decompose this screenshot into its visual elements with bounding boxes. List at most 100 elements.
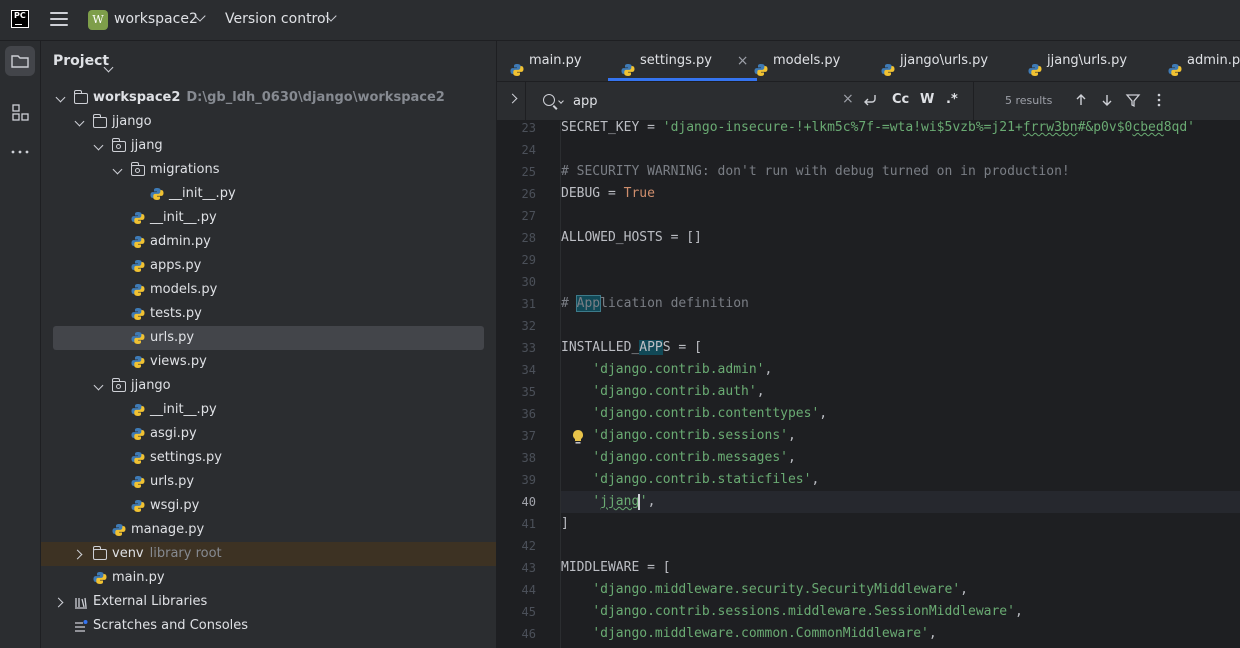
more-tools-button[interactable]: [5, 137, 35, 167]
code-token: True: [623, 186, 655, 201]
code-line[interactable]: 'django.contrib.contenttypes',: [561, 403, 827, 425]
code-token: ': [592, 494, 601, 509]
tree-item[interactable]: views.py: [41, 350, 496, 374]
tree-item[interactable]: migrations: [41, 158, 496, 182]
match-case-toggle[interactable]: Cc: [892, 92, 909, 107]
chevron-down-icon[interactable]: [92, 374, 106, 398]
code-line[interactable]: 'django.contrib.staticfiles',: [561, 469, 819, 491]
workspace-badge[interactable]: W: [88, 10, 108, 30]
code-token: 'django.contrib.staticfiles': [592, 472, 812, 487]
tree-item[interactable]: urls.py: [41, 470, 496, 494]
code-line[interactable]: 'django.contrib.messages',: [561, 447, 796, 469]
tab-models-py[interactable]: models.py: [754, 41, 871, 81]
code-line[interactable]: 'django.contrib.sessions.middleware.Sess…: [561, 601, 1023, 623]
structure-tool-button[interactable]: [5, 97, 35, 127]
tab-admin-py[interactable]: admin.py: [1168, 41, 1240, 81]
tree-item-label: main.py: [112, 570, 165, 585]
tree-item[interactable]: venv library root: [41, 542, 496, 566]
arrow-down-icon[interactable]: [1099, 92, 1115, 108]
chevron-right-icon[interactable]: [72, 542, 87, 566]
tree-item[interactable]: Scratches and Consoles: [41, 614, 496, 638]
tree-item[interactable]: __init__.py: [41, 206, 496, 230]
code-line[interactable]: 'django.contrib.auth',: [561, 381, 764, 403]
version-control-chevron-down-icon[interactable]: [325, 10, 337, 23]
tree-item[interactable]: main.py: [41, 566, 496, 590]
python-file-icon: [93, 572, 107, 584]
python-file-icon: [150, 188, 164, 200]
code-line[interactable]: SECRET_KEY = 'django-insecure-!+lkm5c%7f…: [561, 121, 1195, 139]
tree-item[interactable]: tests.py: [41, 302, 496, 326]
line-number: 24: [521, 143, 536, 157]
tree-item[interactable]: wsgi.py: [41, 494, 496, 518]
python-file-icon: [881, 64, 895, 76]
code-line[interactable]: MIDDLEWARE = [: [561, 557, 671, 579]
new-line-icon[interactable]: [863, 92, 879, 108]
code-line[interactable]: ALLOWED_HOSTS = []: [561, 227, 702, 249]
code-line[interactable]: 'django.middleware.common.CommonMiddlewa…: [561, 623, 936, 645]
tree-item[interactable]: jjang: [41, 134, 496, 158]
tree-item[interactable]: models.py: [41, 278, 496, 302]
tab-settings-py[interactable]: settings.py ×: [608, 41, 757, 81]
code-line[interactable]: 'django.contrib.admin',: [561, 359, 772, 381]
code-line[interactable]: ]: [561, 513, 569, 535]
tree-item[interactable]: admin.py: [41, 230, 496, 254]
tree-item[interactable]: External Libraries: [41, 590, 496, 614]
line-number: 32: [521, 319, 536, 333]
tab-jjango-urls-py[interactable]: jjango\urls.py: [881, 41, 1018, 81]
tree-item[interactable]: workspace2 D:\gb_ldh_0630\django\workspac…: [41, 86, 496, 110]
more-options-icon[interactable]: [1151, 92, 1167, 108]
code-line[interactable]: 'jjang',: [561, 491, 655, 513]
project-panel-title[interactable]: Project: [53, 53, 109, 69]
tree-item[interactable]: jjango: [41, 374, 496, 398]
expand-replace-icon[interactable]: [507, 93, 518, 104]
close-icon[interactable]: ×: [737, 41, 749, 81]
chevron-down-icon[interactable]: [54, 86, 68, 110]
line-number: 43: [521, 561, 536, 575]
tree-item[interactable]: manage.py: [41, 518, 496, 542]
version-control-menu[interactable]: Version control: [225, 11, 329, 27]
code-line[interactable]: DEBUG = True: [561, 183, 655, 205]
project-tool-button[interactable]: [5, 46, 35, 76]
search-history-chevron-icon[interactable]: [558, 98, 564, 104]
tab-main-py[interactable]: main.py: [510, 41, 611, 81]
pycharm-logo[interactable]: PC: [11, 10, 29, 28]
tree-item[interactable]: asgi.py: [41, 422, 496, 446]
code-token: S = [: [662, 340, 702, 355]
chevron-right-icon[interactable]: [53, 590, 68, 614]
code-line[interactable]: 'django.middleware.security.SecurityMidd…: [561, 579, 968, 601]
tree-item[interactable]: __init__.py: [41, 398, 496, 422]
tree-item[interactable]: apps.py: [41, 254, 496, 278]
tree-item[interactable]: settings.py: [41, 446, 496, 470]
tab-label: admin.py: [1187, 53, 1240, 68]
arrow-up-icon[interactable]: [1073, 92, 1089, 108]
line-number-gutter[interactable]: 23 24 25 26 27 28 29 30 31 32 33 34 35 36 37 38 39 40 41 42…: [497, 121, 561, 648]
tree-item[interactable]: __init__.py: [41, 182, 496, 206]
clear-search-icon[interactable]: ×: [842, 91, 854, 107]
chevron-down-icon[interactable]: [92, 134, 106, 158]
search-icon[interactable]: [543, 94, 555, 106]
chevron-down-icon[interactable]: [73, 110, 87, 134]
project-view-chevron-down-icon[interactable]: [103, 56, 114, 75]
chevron-down-icon[interactable]: [111, 158, 125, 182]
code-line[interactable]: # Application definition: [561, 293, 749, 315]
tree-item[interactable]: urls.py: [41, 326, 496, 350]
code-line[interactable]: 'django.contrib.sessions',: [561, 425, 796, 447]
filter-icon[interactable]: [1125, 92, 1141, 108]
workspace-chevron-down-icon[interactable]: [194, 10, 206, 23]
code-line[interactable]: INSTALLED_APPS = [: [561, 337, 702, 359]
python-file-icon: [131, 452, 145, 464]
line-number: 41: [521, 517, 536, 531]
code-token: ,: [1014, 604, 1023, 619]
code-line[interactable]: # SECURITY WARNING: don't run with debug…: [561, 161, 1070, 183]
lightbulb-icon[interactable]: [571, 429, 585, 445]
whole-words-toggle[interactable]: W: [920, 92, 934, 107]
code-editor[interactable]: SECRET_KEY = 'django-insecure-!+lkm5c%7f…: [561, 121, 1240, 648]
main-menu-icon[interactable]: [50, 12, 68, 28]
search-input[interactable]: [573, 91, 823, 111]
tree-item[interactable]: jjango: [41, 110, 496, 134]
regex-toggle[interactable]: .*: [946, 92, 958, 107]
workspace-name[interactable]: workspace2: [114, 11, 198, 27]
python-file-icon: [131, 284, 145, 296]
tab-jjang-urls-py[interactable]: jjang\urls.py: [1028, 41, 1158, 81]
